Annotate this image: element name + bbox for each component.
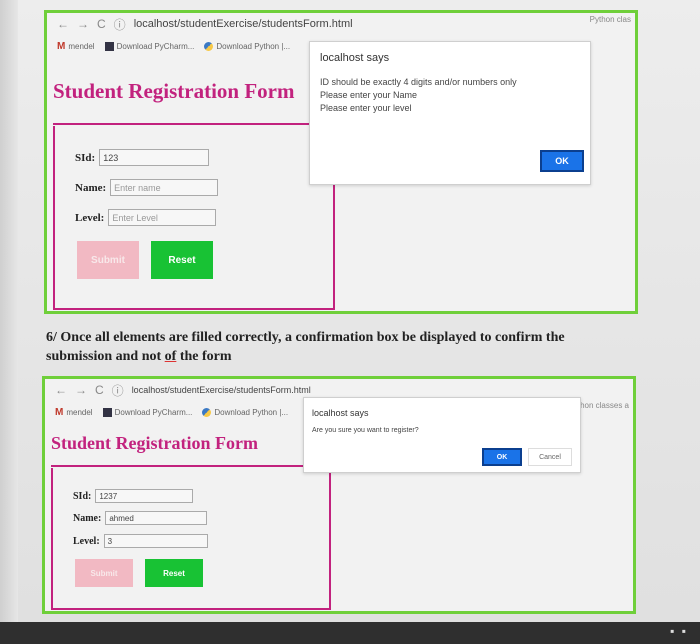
dialog-message-line: Please enter your level <box>320 103 412 114</box>
reload-icon[interactable]: C <box>97 17 106 31</box>
bookmark-pycharm[interactable]: Download PyCharm... <box>102 407 192 417</box>
dialog-message: Are you sure you want to register? <box>312 427 419 434</box>
submit-button[interactable]: Submit <box>77 241 139 279</box>
document-photo: ← → C ⓘ localhost/studentExercise/studen… <box>0 0 700 622</box>
dialog-message-line: Please enter your Name <box>320 90 418 101</box>
python-icon <box>202 407 212 417</box>
bottom-bar: ▪ ▪ <box>0 622 700 644</box>
bookmark-mendel[interactable]: Mmendel <box>55 407 93 418</box>
dialog-title: localhost says <box>320 52 390 64</box>
sid-label: SId: <box>73 490 92 502</box>
name-row: Name: Enter name <box>75 179 219 196</box>
back-arrow-icon[interactable]: ← <box>55 383 67 397</box>
screenshot-validation: ← → C ⓘ localhost/studentExercise/studen… <box>44 10 638 314</box>
name-input[interactable]: ahmed <box>105 511 208 525</box>
forward-arrow-icon[interactable]: → <box>77 17 89 31</box>
level-label: Level: <box>75 211 105 224</box>
name-label: Name: <box>73 512 102 524</box>
level-row: Level: 3 <box>73 534 208 548</box>
info-icon: ⓘ <box>111 383 124 398</box>
dots-icon: ▪ ▪ <box>670 624 688 638</box>
level-label: Level: <box>73 535 100 547</box>
level-row: Level: Enter Level <box>75 209 217 226</box>
page-title: Student Registration Form <box>53 79 295 103</box>
caption-text: 6/ Once all elements are filled correctl… <box>46 330 565 364</box>
alert-dialog: localhost says ID should be exactly 4 di… <box>309 41 591 185</box>
address-bar: ← → C ⓘ localhost/studentExercise/studen… <box>47 13 635 35</box>
submit-button[interactable]: Submit <box>75 559 133 587</box>
sid-row: SId: 1237 <box>73 489 194 503</box>
info-icon: ⓘ <box>113 17 126 32</box>
page-shadow <box>0 0 18 622</box>
level-input[interactable]: 3 <box>103 534 208 548</box>
sid-label: SId: <box>75 151 96 164</box>
name-row: Name: ahmed <box>73 511 208 525</box>
url-text[interactable]: localhost/studentExercise/studentsForm.h… <box>132 385 311 395</box>
name-input[interactable]: Enter name <box>110 179 219 196</box>
cancel-button[interactable]: Cancel <box>528 448 572 466</box>
dialog-message-line: ID should be exactly 4 digits and/or num… <box>320 77 517 87</box>
bookmark-python-classes[interactable]: Python clas <box>590 15 631 24</box>
caption-underlined-word: of <box>164 349 177 364</box>
level-input[interactable]: Enter Level <box>108 209 217 226</box>
back-arrow-icon[interactable]: ← <box>57 17 69 31</box>
screenshot-confirmation: ← → C ⓘ localhost/studentExercise/studen… <box>42 376 636 614</box>
bookmark-python[interactable]: Download Python |... <box>204 41 290 51</box>
sid-row: SId: 123 <box>75 149 210 166</box>
reset-button[interactable]: Reset <box>145 559 203 587</box>
bookmark-python[interactable]: Download Python |... <box>202 407 288 417</box>
title-divider <box>53 123 333 125</box>
confirm-dialog: localhost says Are you sure you want to … <box>303 397 581 473</box>
name-label: Name: <box>75 181 107 194</box>
mendeley-icon: M <box>55 406 64 418</box>
sid-input[interactable]: 123 <box>99 149 210 166</box>
reset-button[interactable]: Reset <box>151 241 213 279</box>
bookmark-pycharm[interactable]: Download PyCharm... <box>104 41 194 51</box>
bookmark-folder-icon <box>102 407 112 417</box>
ok-button[interactable]: OK <box>540 150 584 172</box>
instruction-caption: 6/ Once all elements are filled correctl… <box>46 328 606 366</box>
python-icon <box>204 41 214 51</box>
title-divider <box>51 465 329 467</box>
forward-arrow-icon[interactable]: → <box>75 383 87 397</box>
bookmark-folder-icon <box>104 41 114 51</box>
caption-text-end: the form <box>176 349 232 364</box>
ok-button[interactable]: OK <box>482 448 522 466</box>
dialog-title: localhost says <box>312 408 369 418</box>
bookmark-mendel[interactable]: Mmendel <box>57 41 95 52</box>
sid-input[interactable]: 1237 <box>95 489 194 503</box>
mendeley-icon: M <box>57 40 66 52</box>
reload-icon[interactable]: C <box>95 383 104 397</box>
dialog-message: ID should be exactly 4 digits and/or num… <box>320 76 517 115</box>
url-text[interactable]: localhost/studentExercise/studentsForm.h… <box>134 18 353 30</box>
page-title: Student Registration Form <box>51 433 258 453</box>
